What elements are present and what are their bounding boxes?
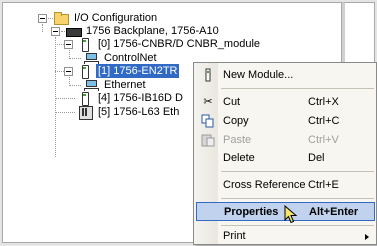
menu-item-cut[interactable]: ✂ Cut Ctrl+X: [196, 93, 375, 112]
tree-node-label: [4] 1756-IB16D D: [98, 92, 183, 104]
tree-node-label: ControlNet: [104, 52, 157, 64]
collapse-slot-0[interactable]: [64, 40, 73, 49]
tree-node-label: [1] 1756-EN2TR: [96, 64, 180, 78]
tree-node-ethernet[interactable]: Ethernet: [83, 78, 148, 92]
tree-node-label: I/O Configuration: [74, 12, 158, 24]
controller-icon: [77, 105, 93, 120]
menu-item-delete[interactable]: Delete Del: [196, 149, 375, 168]
tree-node-label: Ethernet: [104, 79, 146, 91]
menu-item-print[interactable]: Print: [196, 227, 375, 246]
tree-node-label: [0] 1756-CNBR/D CNBR_module: [98, 38, 261, 50]
module-icon: [77, 64, 93, 79]
tree-node-slot-4[interactable]: [4] 1756-IB16D D: [77, 91, 185, 106]
tree-node-controlnet[interactable]: ControlNet: [83, 51, 159, 65]
module-icon: [77, 91, 93, 106]
folder-icon: [53, 11, 69, 25]
mouse-cursor-icon: [284, 205, 298, 224]
tree-node-backplane[interactable]: 1756 Backplane, 1756-A10: [65, 24, 221, 38]
menu-item-new-module[interactable]: New Module...: [196, 66, 375, 85]
menu-item-copy[interactable]: Copy Ctrl+C: [196, 112, 375, 131]
module-icon: [77, 37, 93, 52]
network-icon: [83, 78, 99, 92]
tree-node-io-configuration[interactable]: I/O Configuration: [53, 11, 159, 25]
copy-icon: [200, 114, 216, 129]
tree-node-slot-1[interactable]: [1] 1756-EN2TR: [77, 64, 180, 79]
backplane-icon: [65, 24, 82, 38]
module-icon: [200, 68, 216, 83]
collapse-io-configuration[interactable]: [38, 14, 47, 23]
paste-icon: [200, 133, 216, 148]
network-icon: [83, 51, 99, 65]
tree-node-label: 1756 Backplane, 1756-A10: [86, 25, 219, 37]
tree-node-slot-5[interactable]: [5] 1756-L63 Eth: [77, 105, 181, 120]
collapse-backplane[interactable]: [51, 27, 60, 36]
tree-node-label: [5] 1756-L63 Eth: [98, 106, 180, 118]
submenu-arrow-icon: [365, 234, 369, 240]
collapse-slot-1[interactable]: [64, 67, 73, 76]
tree-node-slot-0[interactable]: [0] 1756-CNBR/D CNBR_module: [77, 37, 262, 52]
menu-item-cross-reference[interactable]: Cross Reference Ctrl+E: [196, 176, 375, 195]
scissors-icon: ✂: [203, 96, 213, 108]
menu-item-paste[interactable]: Paste Ctrl+V: [196, 131, 375, 150]
